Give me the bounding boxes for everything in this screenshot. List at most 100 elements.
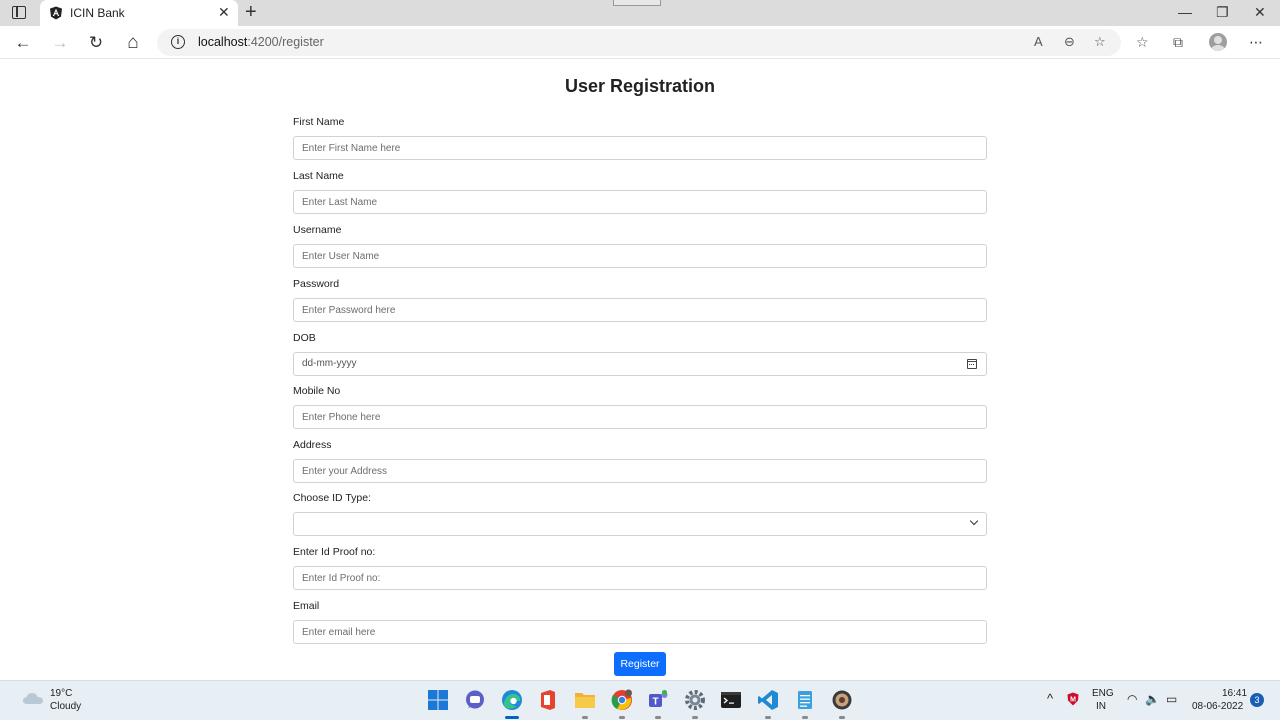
wifi-icon[interactable]: ◠	[1127, 692, 1137, 706]
chevron-down-icon	[969, 516, 979, 526]
vscode-icon[interactable]	[757, 689, 779, 711]
email-group: Email	[293, 600, 987, 644]
first-name-input[interactable]	[293, 136, 987, 160]
mobile-group: Mobile No	[293, 385, 987, 429]
password-label: Password	[293, 278, 340, 290]
profile-avatar[interactable]	[1209, 33, 1227, 51]
minimize-button[interactable]: —	[1178, 4, 1192, 20]
weather-temperature[interactable]: 19°C	[50, 688, 72, 699]
site-info-icon[interactable]: i	[171, 35, 185, 49]
email-label: Email	[293, 600, 320, 612]
volume-icon[interactable]: 🔈	[1145, 692, 1160, 706]
edge-active-indicator	[505, 716, 519, 719]
last-name-group: Last Name	[293, 170, 987, 214]
mobile-input[interactable]	[293, 405, 987, 429]
home-icon[interactable]: ⌂	[123, 33, 143, 53]
window-drag-handle[interactable]	[613, 0, 661, 6]
address-group: Address	[293, 439, 987, 483]
address-bar[interactable]: i localhost:4200/register A ⊖ ☆	[157, 29, 1121, 56]
refresh-icon[interactable]: ↻	[86, 33, 106, 53]
add-favorite-icon[interactable]: ☆	[1094, 34, 1106, 50]
id-type-label: Choose ID Type:	[293, 492, 372, 504]
url-path: :4200/register	[247, 35, 324, 49]
vscode-running-indicator	[765, 716, 771, 719]
svg-text:M: M	[1070, 697, 1076, 704]
last-name-label: Last Name	[293, 170, 344, 182]
tab-title: ICIN Bank	[70, 6, 125, 20]
dob-group: DOB dd-mm-yyyy	[293, 332, 987, 376]
new-tab-button[interactable]: +	[245, 2, 257, 22]
email-input[interactable]	[293, 620, 987, 644]
url-text[interactable]: localhost:4200/register	[198, 35, 324, 49]
notepad-icon[interactable]	[794, 689, 816, 711]
app-icon[interactable]	[831, 689, 853, 711]
browser-toolbar: ← → ↻ ⌂ i localhost:4200/register A ⊖ ☆ …	[0, 26, 1280, 59]
weather-condition[interactable]: Cloudy	[50, 701, 81, 712]
office-icon[interactable]	[537, 689, 559, 711]
tray-chevron-up-icon[interactable]: ^	[1047, 692, 1053, 706]
svg-text:T: T	[652, 697, 658, 708]
read-aloud-icon[interactable]: A	[1034, 34, 1043, 50]
notification-badge[interactable]: 3	[1250, 693, 1264, 707]
password-group: Password	[293, 278, 987, 322]
password-input[interactable]	[293, 298, 987, 322]
terminal-icon[interactable]	[720, 689, 742, 711]
id-type-group: Choose ID Type:	[293, 492, 987, 536]
folder-icon[interactable]	[574, 689, 596, 711]
browser-tab-bar: ICIN Bank ✕ + — ❐ ✕	[0, 0, 1280, 27]
forward-icon[interactable]: →	[50, 33, 70, 53]
settings-gear-icon[interactable]	[684, 689, 706, 711]
antivirus-shield-icon[interactable]: M	[1067, 692, 1079, 706]
first-name-group: First Name	[293, 116, 987, 160]
id-proof-group: Enter Id Proof no:	[293, 546, 987, 590]
username-input[interactable]	[293, 244, 987, 268]
explorer-running-indicator	[582, 716, 588, 719]
maximize-button[interactable]: ❐	[1216, 4, 1229, 20]
username-label: Username	[293, 224, 342, 236]
taskbar: 19°C Cloudy T ^ M ENG IN ◠ 🔈 ▭ 16:41 08-…	[0, 680, 1280, 720]
dob-label: DOB	[293, 332, 316, 344]
tab-icin-bank[interactable]: ICIN Bank ✕	[40, 0, 238, 27]
calendar-icon[interactable]	[967, 359, 977, 369]
first-name-label: First Name	[293, 116, 345, 128]
angular-icon	[50, 6, 62, 20]
zoom-icon[interactable]: ⊖	[1064, 34, 1075, 50]
address-label: Address	[293, 439, 332, 451]
address-input[interactable]	[293, 459, 987, 483]
clock-date[interactable]: 08-06-2022	[1192, 701, 1243, 712]
favorites-icon[interactable]: ☆	[1136, 34, 1149, 50]
chat-icon[interactable]	[464, 689, 486, 711]
close-window-button[interactable]: ✕	[1254, 4, 1266, 20]
app-running-indicator	[839, 716, 845, 719]
clock-time[interactable]: 16:41	[1222, 688, 1247, 699]
tab-actions-icon[interactable]	[12, 6, 26, 19]
battery-icon[interactable]: ▭	[1166, 692, 1177, 706]
chrome-icon[interactable]	[611, 689, 633, 711]
language-region[interactable]: IN	[1096, 701, 1106, 712]
chrome-running-indicator	[619, 716, 625, 719]
page-title: User Registration	[564, 76, 716, 96]
mobile-label: Mobile No	[293, 385, 341, 397]
cloud-icon[interactable]	[22, 691, 44, 705]
edge-icon[interactable]	[501, 689, 523, 711]
id-proof-input[interactable]	[293, 566, 987, 590]
url-host: localhost	[198, 35, 248, 49]
id-type-select[interactable]	[293, 512, 987, 536]
tab-close-icon[interactable]: ✕	[218, 5, 230, 19]
language-code[interactable]: ENG	[1092, 688, 1114, 699]
id-proof-label: Enter Id Proof no:	[293, 546, 376, 558]
registration-page: User Registration First Name Last Name U…	[0, 60, 1280, 680]
username-group: Username	[293, 224, 987, 268]
collections-icon[interactable]: ⧉	[1173, 34, 1183, 50]
back-icon[interactable]: ←	[13, 33, 33, 53]
dob-placeholder: dd-mm-yyyy	[302, 358, 357, 369]
notepad-running-indicator	[802, 716, 808, 719]
settings-running-indicator	[692, 716, 698, 719]
dob-input[interactable]: dd-mm-yyyy	[293, 352, 987, 376]
last-name-input[interactable]	[293, 190, 987, 214]
teams-running-indicator	[655, 716, 661, 719]
teams-icon[interactable]: T	[647, 689, 669, 711]
windows-start-icon[interactable]	[427, 689, 449, 711]
more-icon[interactable]: ⋯	[1249, 34, 1263, 50]
register-button[interactable]: Register	[614, 652, 666, 676]
